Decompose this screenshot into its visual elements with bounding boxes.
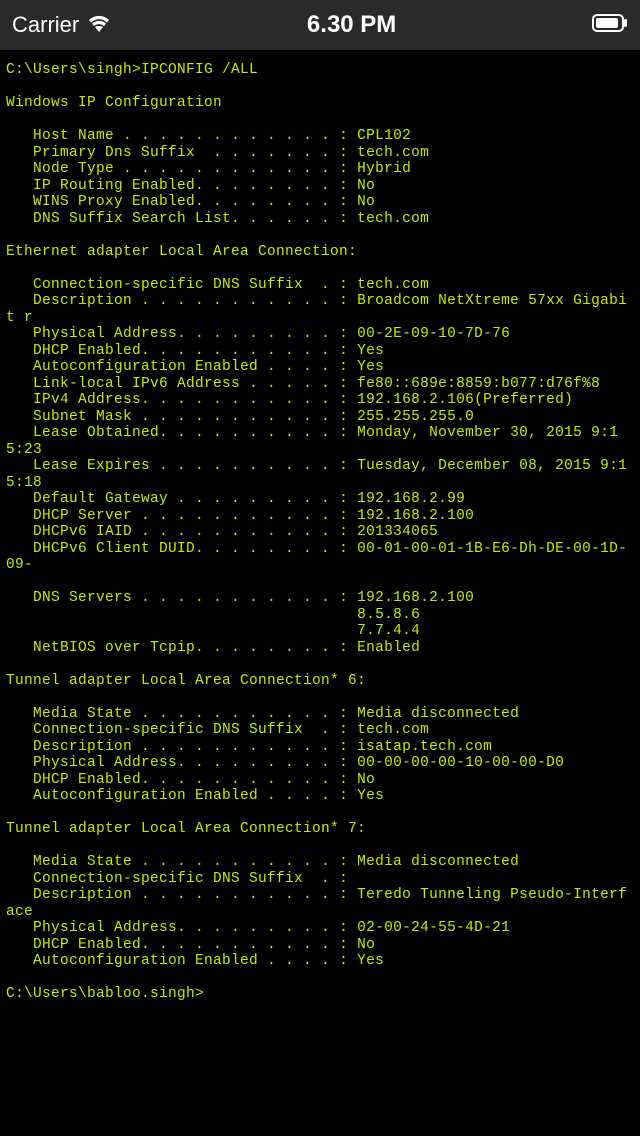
status-time: 6.30 PM [307,11,396,39]
terminal-line [6,970,634,987]
terminal-line: Ethernet adapter Local Area Connection: [6,244,634,261]
terminal-line: Media State . . . . . . . . . . . : Medi… [6,854,634,871]
terminal-line: DNS Suffix Search List. . . . . . : tech… [6,211,634,228]
terminal-line: Tunnel adapter Local Area Connection* 7: [6,821,634,838]
terminal-line: DHCP Enabled. . . . . . . . . . . : No [6,937,634,954]
terminal-line: DHCPv6 IAID . . . . . . . . . . . : 2013… [6,524,634,541]
terminal-line: Default Gateway . . . . . . . . . : 192.… [6,491,634,508]
terminal-line: 7.7.4.4 [6,623,634,640]
terminal-line: Connection-specific DNS Suffix . : tech.… [6,277,634,294]
status-left: Carrier [12,12,111,38]
terminal-line [6,805,634,822]
terminal-line: IP Routing Enabled. . . . . . . . : No [6,178,634,195]
terminal-line [6,79,634,96]
status-bar: Carrier 6.30 PM [0,0,640,50]
terminal-line: Physical Address. . . . . . . . . : 00-0… [6,755,634,772]
terminal-line: Description . . . . . . . . . . . : isat… [6,739,634,756]
terminal-line: Primary Dns Suffix . . . . . . . : tech.… [6,145,634,162]
terminal-line: IPv4 Address. . . . . . . . . . . : 192.… [6,392,634,409]
terminal-line: Lease Obtained. . . . . . . . . . : Mond… [6,425,634,458]
terminal-line: DHCP Enabled. . . . . . . . . . . : No [6,772,634,789]
terminal-line [6,112,634,129]
terminal-line: Description . . . . . . . . . . . : Broa… [6,293,634,326]
terminal-line: DHCP Enabled. . . . . . . . . . . : Yes [6,343,634,360]
terminal-line: Tunnel adapter Local Area Connection* 6: [6,673,634,690]
terminal-line: Subnet Mask . . . . . . . . . . . : 255.… [6,409,634,426]
terminal-line [6,656,634,673]
terminal-line: Media State . . . . . . . . . . . : Medi… [6,706,634,723]
status-right [592,14,628,36]
battery-icon [592,14,628,36]
wifi-icon [87,12,111,38]
terminal-line: Connection-specific DNS Suffix . : tech.… [6,722,634,739]
terminal-line: NetBIOS over Tcpip. . . . . . . . : Enab… [6,640,634,657]
terminal-line: WINS Proxy Enabled. . . . . . . . : No [6,194,634,211]
terminal-line [6,227,634,244]
terminal-line: Connection-specific DNS Suffix . : [6,871,634,888]
terminal-line: Autoconfiguration Enabled . . . . : Yes [6,953,634,970]
terminal-line: 8.5.8.6 [6,607,634,624]
terminal-line [6,574,634,591]
terminal-line: Lease Expires . . . . . . . . . . : Tues… [6,458,634,491]
terminal-line: Link-local IPv6 Address . . . . . : fe80… [6,376,634,393]
terminal-line: C:\Users\singh>IPCONFIG /ALL [6,62,634,79]
terminal-line: DHCPv6 Client DUID. . . . . . . . : 00-0… [6,541,634,574]
terminal-line: Description . . . . . . . . . . . : Tere… [6,887,634,920]
terminal-output[interactable]: C:\Users\singh>IPCONFIG /ALL Windows IP C… [0,50,640,1015]
terminal-line: C:\Users\babloo.singh> [6,986,634,1003]
terminal-line: DNS Servers . . . . . . . . . . . : 192.… [6,590,634,607]
terminal-line [6,689,634,706]
terminal-line: Autoconfiguration Enabled . . . . : Yes [6,788,634,805]
terminal-line: Node Type . . . . . . . . . . . . : Hybr… [6,161,634,178]
terminal-line: Physical Address. . . . . . . . . : 00-2… [6,326,634,343]
terminal-line: Host Name . . . . . . . . . . . . : CPL1… [6,128,634,145]
terminal-line [6,838,634,855]
carrier-label: Carrier [12,12,79,38]
terminal-line: Physical Address. . . . . . . . . : 02-0… [6,920,634,937]
terminal-line: Windows IP Configuration [6,95,634,112]
terminal-line: Autoconfiguration Enabled . . . . : Yes [6,359,634,376]
terminal-line: DHCP Server . . . . . . . . . . . : 192.… [6,508,634,525]
terminal-line [6,260,634,277]
